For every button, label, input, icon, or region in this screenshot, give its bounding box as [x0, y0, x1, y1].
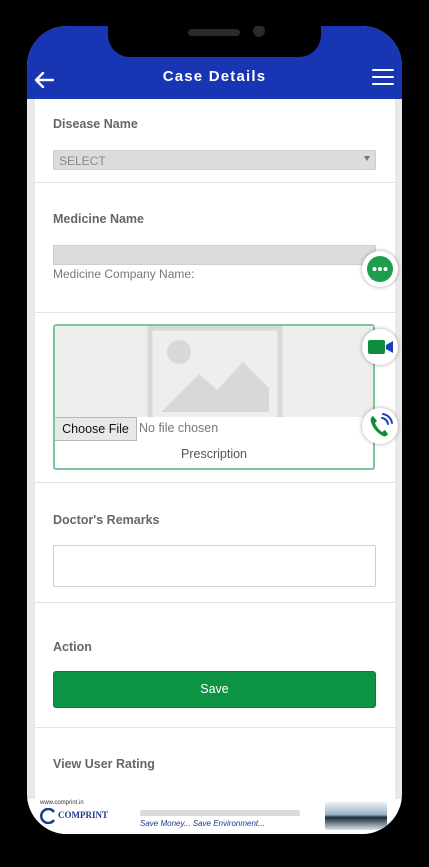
- choose-file-button[interactable]: Choose File: [55, 417, 137, 441]
- hamburger-menu-icon[interactable]: [372, 69, 394, 86]
- file-status-text: No file chosen: [139, 421, 219, 435]
- image-placeholder-icon: [147, 326, 283, 417]
- comprint-logo: COMPRINT: [40, 807, 115, 825]
- file-input[interactable]: Choose File No file chosen: [55, 417, 373, 441]
- disease-select[interactable]: SELECT: [53, 150, 376, 170]
- banner-text-line: [140, 810, 300, 816]
- prescription-section: Choose File No file chosen Prescription: [35, 313, 395, 483]
- banner-tagline: Save Money... Save Environment...: [140, 819, 265, 828]
- medicine-section: Medicine Name Medicine Company Name:: [35, 183, 395, 313]
- medicine-select[interactable]: [53, 245, 376, 265]
- prescription-caption: Prescription: [181, 447, 247, 461]
- medicine-company-label: Medicine Company Name:: [53, 267, 195, 281]
- video-call-button[interactable]: [362, 329, 398, 365]
- speaker-grille: [188, 29, 240, 36]
- remarks-label: Doctor's Remarks: [53, 513, 160, 527]
- chat-icon: [367, 256, 393, 282]
- disease-select-value: SELECT: [59, 154, 106, 168]
- disease-section: Disease Name SELECT: [35, 99, 395, 183]
- case-details-form: Disease Name SELECT Medicine Name Medici…: [35, 99, 395, 799]
- prescription-upload-box[interactable]: Choose File No file chosen Prescription: [53, 324, 375, 470]
- remarks-section: Doctor's Remarks: [35, 483, 395, 603]
- banner-brand: COMPRINT: [58, 810, 108, 820]
- save-button[interactable]: Save: [53, 671, 376, 708]
- video-call-icon: [368, 340, 393, 354]
- banner-url: www.comprint.in: [40, 800, 84, 806]
- view-user-rating-link[interactable]: View User Rating: [53, 757, 155, 771]
- chevron-down-icon: [364, 156, 370, 161]
- medicine-label: Medicine Name: [53, 212, 145, 226]
- banner-product-image: [325, 802, 387, 830]
- phone-frame: Case Details Disease Name SELECT Medicin…: [27, 26, 402, 834]
- phone-notch: [108, 26, 321, 57]
- prescription-preview: [55, 326, 373, 417]
- front-camera: [253, 26, 265, 37]
- action-section: Action Save: [35, 603, 395, 728]
- remarks-textarea[interactable]: [53, 545, 376, 587]
- rating-section: View User Rating: [35, 728, 395, 799]
- action-label: Action: [53, 640, 92, 654]
- page-title: Case Details: [162, 68, 267, 85]
- phone-call-button[interactable]: [362, 408, 398, 444]
- chat-button[interactable]: [362, 251, 398, 287]
- ad-banner[interactable]: www.comprint.in COMPRINT Save Money... S…: [27, 799, 402, 834]
- disease-label: Disease Name: [53, 117, 138, 131]
- phone-call-icon: [370, 413, 393, 437]
